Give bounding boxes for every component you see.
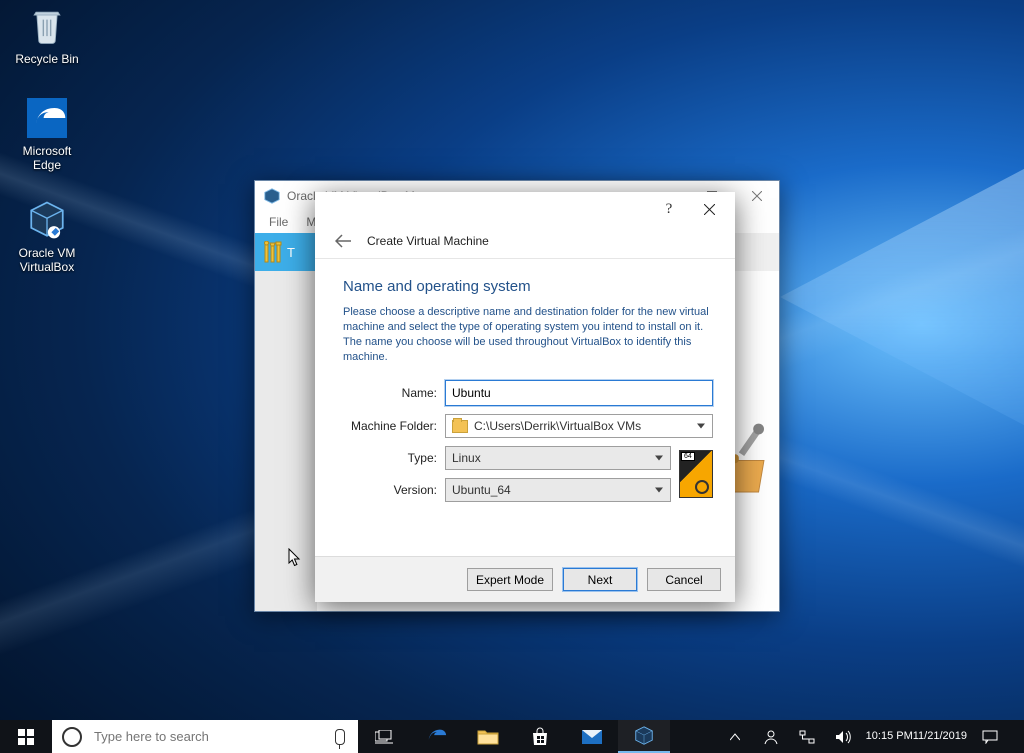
next-button[interactable]: Next (563, 568, 637, 591)
microphone-icon[interactable] (322, 729, 358, 745)
virtualbox-icon (25, 198, 69, 242)
tools-label: T (287, 245, 295, 260)
create-vm-wizard: ? Create Virtual Machine Name and operat… (315, 192, 735, 602)
desktop-icon-label: Oracle VM VirtualBox (8, 246, 86, 275)
windows-logo-icon (18, 729, 34, 745)
mail-icon (581, 729, 603, 745)
tools-icon (263, 241, 283, 263)
machine-folder-label: Machine Folder: (343, 419, 437, 433)
folder-icon (477, 728, 499, 746)
help-button[interactable]: ? (649, 194, 689, 224)
mouse-cursor-icon (288, 548, 302, 568)
people-icon (763, 729, 779, 745)
chevron-up-icon (730, 733, 740, 741)
machine-folder-value: C:\Users\Derrik\VirtualBox VMs (474, 419, 641, 433)
wizard-header: Create Virtual Machine (315, 226, 735, 259)
menu-file[interactable]: File (263, 213, 294, 231)
taskbar-search[interactable] (52, 720, 358, 753)
ethernet-icon (799, 730, 815, 744)
wizard-description: Please choose a descriptive name and des… (343, 305, 713, 364)
edge-icon (25, 96, 69, 140)
back-button[interactable] (333, 231, 353, 251)
taskbar-clock[interactable]: 10:15 PM 11/21/2019 (861, 730, 972, 742)
recycle-bin-icon (25, 4, 69, 48)
taskbar-app-edge[interactable] (410, 720, 462, 753)
wizard-button-bar: Expert Mode Next Cancel (315, 556, 735, 602)
tray-overflow-button[interactable] (717, 733, 753, 741)
tray-volume-icon[interactable] (825, 730, 861, 744)
wizard-content: Name and operating system Please choose … (315, 262, 735, 557)
close-button[interactable] (689, 194, 729, 224)
vm-list-sidebar[interactable] (255, 271, 317, 611)
type-value: Linux (452, 451, 481, 465)
folder-icon (452, 420, 468, 433)
desktop-icon-recycle-bin[interactable]: Recycle Bin (8, 4, 86, 66)
clock-time: 10:15 PM (866, 730, 913, 742)
notification-icon (982, 730, 998, 744)
version-dropdown[interactable]: Ubuntu_64 (445, 478, 671, 502)
virtualbox-icon (633, 725, 655, 747)
taskbar-app-store[interactable] (514, 720, 566, 753)
name-label: Name: (343, 386, 437, 400)
taskbar-app-file-explorer[interactable] (462, 720, 514, 753)
cancel-button[interactable]: Cancel (647, 568, 721, 591)
name-input[interactable] (445, 380, 713, 406)
version-value: Ubuntu_64 (452, 483, 511, 497)
expert-mode-button[interactable]: Expert Mode (467, 568, 553, 591)
desktop-icon-label: Recycle Bin (8, 52, 86, 66)
clock-date: 11/21/2019 (913, 730, 967, 742)
store-icon (530, 727, 550, 747)
wizard-title: Create Virtual Machine (367, 234, 489, 248)
close-button[interactable] (734, 181, 779, 211)
start-button[interactable] (0, 720, 52, 753)
cortana-circle-icon (62, 727, 82, 747)
os-logo-icon (679, 450, 713, 498)
task-view-button[interactable] (358, 720, 410, 753)
machine-folder-dropdown[interactable]: C:\Users\Derrik\VirtualBox VMs (445, 414, 713, 438)
desktop-icon-microsoft-edge[interactable]: Microsoft Edge (8, 96, 86, 173)
taskbar: 10:15 PM 11/21/2019 (0, 720, 1024, 753)
version-label: Version: (343, 483, 437, 497)
system-tray: 10:15 PM 11/21/2019 (717, 720, 1024, 753)
taskbar-app-virtualbox[interactable] (618, 720, 670, 753)
tray-people-icon[interactable] (753, 729, 789, 745)
task-view-icon (375, 730, 393, 744)
desktop-icon-label: Microsoft Edge (8, 144, 86, 173)
wizard-section-title: Name and operating system (343, 278, 713, 295)
taskbar-search-input[interactable] (92, 728, 312, 745)
edge-icon (425, 726, 447, 748)
type-label: Type: (343, 451, 437, 465)
tray-network-icon[interactable] (789, 730, 825, 744)
taskbar-app-mail[interactable] (566, 720, 618, 753)
type-dropdown[interactable]: Linux (445, 446, 671, 470)
desktop-icon-virtualbox[interactable]: Oracle VM VirtualBox (8, 198, 86, 275)
action-center-button[interactable] (972, 730, 1008, 744)
wizard-titlebar[interactable]: ? (315, 192, 735, 226)
speaker-icon (835, 730, 851, 744)
virtualbox-icon (263, 187, 281, 205)
